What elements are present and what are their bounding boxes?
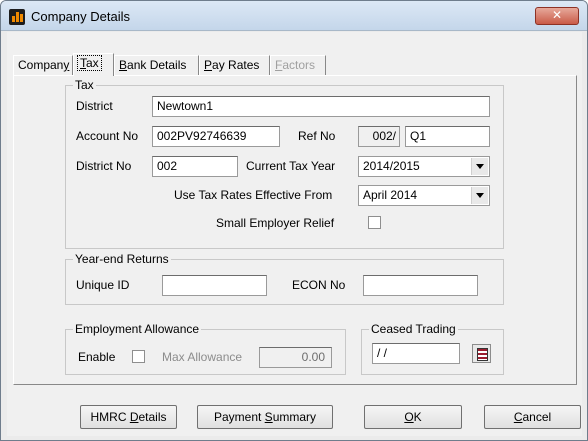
ceased-trading-date-field[interactable]: / / bbox=[372, 343, 460, 364]
tax-tab-panel: Tax District Newtown1 Account No 002PV92… bbox=[13, 75, 577, 385]
company-details-window: Company Details ✕ Company Tax Bank Detai… bbox=[0, 0, 588, 441]
current-tax-year-select[interactable]: 2014/2015 bbox=[358, 156, 490, 177]
max-allowance-label: Max Allowance bbox=[162, 350, 243, 364]
tab-company[interactable]: Company bbox=[13, 55, 73, 75]
dialog-client-area: Company Tax Bank Details Pay Rates Facto… bbox=[7, 32, 582, 436]
district-label: District bbox=[76, 99, 113, 113]
window-title: Company Details bbox=[31, 9, 130, 24]
ref-no-label: Ref No bbox=[298, 129, 336, 143]
hmrc-details-button[interactable]: HMRC Details bbox=[80, 405, 177, 429]
effective-from-select[interactable]: April 2014 bbox=[358, 185, 490, 206]
calendar-icon[interactable] bbox=[472, 344, 491, 363]
tax-group-title: Tax bbox=[73, 78, 96, 92]
employment-allowance-title: Employment Allowance bbox=[73, 322, 202, 336]
tax-group: Tax District Newtown1 Account No 002PV92… bbox=[65, 78, 504, 249]
small-employer-relief-label: Small Employer Relief bbox=[216, 216, 335, 230]
effective-from-value: April 2014 bbox=[363, 188, 418, 202]
close-icon[interactable]: ✕ bbox=[535, 7, 579, 25]
max-allowance-field[interactable]: 0.00 bbox=[259, 347, 332, 368]
app-logo-icon bbox=[9, 9, 25, 25]
unique-id-field[interactable] bbox=[162, 275, 267, 296]
cancel-button[interactable]: Cancel bbox=[484, 405, 581, 429]
effective-from-label: Use Tax Rates Effective From bbox=[174, 188, 333, 202]
chevron-down-icon[interactable] bbox=[471, 158, 488, 175]
current-tax-year-label: Current Tax Year bbox=[246, 159, 336, 173]
ref-no-prefix: 002/ bbox=[358, 126, 400, 147]
small-employer-relief-checkbox[interactable] bbox=[368, 216, 381, 229]
employment-allowance-group: Employment Allowance Enable Max Allowanc… bbox=[65, 322, 346, 375]
econ-no-field[interactable] bbox=[363, 275, 478, 296]
econ-no-label: ECON No bbox=[292, 278, 346, 292]
current-tax-year-value: 2014/2015 bbox=[363, 159, 420, 173]
ceased-trading-group: Ceased Trading / / bbox=[361, 322, 504, 375]
account-no-label: Account No bbox=[76, 129, 139, 143]
district-field[interactable]: Newtown1 bbox=[152, 96, 490, 117]
tab-factors[interactable]: Factors bbox=[270, 55, 326, 75]
enable-checkbox[interactable] bbox=[132, 350, 145, 363]
district-no-label: District No bbox=[76, 159, 132, 173]
account-no-field[interactable]: 002PV92746639 bbox=[152, 126, 280, 147]
payment-summary-button[interactable]: Payment Summary bbox=[197, 405, 333, 429]
tab-tax[interactable]: Tax bbox=[73, 53, 114, 76]
ok-button[interactable]: OK bbox=[364, 405, 462, 429]
year-end-returns-group: Year-end Returns Unique ID ECON No bbox=[65, 252, 504, 305]
title-bar[interactable]: Company Details ✕ bbox=[1, 1, 587, 31]
tab-pay-rates[interactable]: Pay Rates bbox=[199, 55, 270, 75]
unique-id-label: Unique ID bbox=[76, 278, 130, 292]
ref-no-field[interactable]: Q1 bbox=[405, 126, 490, 147]
chevron-down-icon[interactable] bbox=[471, 187, 488, 204]
ceased-trading-title: Ceased Trading bbox=[369, 322, 458, 336]
enable-label: Enable bbox=[78, 350, 116, 364]
tab-bank-details[interactable]: Bank Details bbox=[114, 55, 199, 75]
district-no-field[interactable]: 002 bbox=[152, 156, 238, 177]
year-end-returns-title: Year-end Returns bbox=[73, 252, 171, 266]
